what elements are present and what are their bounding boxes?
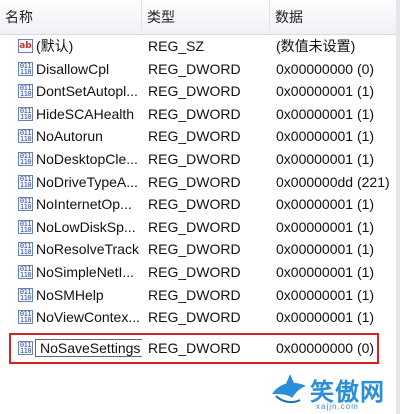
- value-name: NoResolveTrack: [36, 241, 139, 258]
- value-data: 0x00000001 (1): [276, 263, 375, 280]
- value-type: REG_DWORD: [148, 150, 241, 167]
- value-data: 0x00000001 (1): [276, 150, 375, 167]
- value-name: NoAutorun: [36, 128, 103, 145]
- value-type: REG_DWORD: [148, 196, 241, 213]
- list-item[interactable]: 011 110 NoDriveTypeA... REG_DWORD 0x0000…: [0, 171, 396, 194]
- list-item[interactable]: 011 110 NoInternetOp... REG_DWORD 0x0000…: [0, 193, 396, 216]
- value-data: 0x00000001 (1): [276, 196, 375, 213]
- list-item[interactable]: 011 110 NoViewContex... REG_DWORD 0x0000…: [0, 306, 396, 329]
- column-header: 名称 类型 数据: [0, 0, 396, 35]
- watermark-url: xajjn.com: [316, 402, 359, 411]
- registry-value-list: ab (默认) REG_SZ (数值未设置) 011 110 DisallowC…: [0, 35, 396, 329]
- value-name: NoLowDiskSp...: [36, 218, 136, 235]
- list-item[interactable]: 011 110 NoAutorun REG_DWORD 0x00000001 (…: [0, 125, 396, 148]
- value-data: 0x00000001 (1): [276, 83, 375, 100]
- value-type: REG_SZ: [148, 38, 205, 54]
- value-name: NoDesktopCle...: [36, 150, 138, 167]
- value-name: NoDriveTypeA...: [36, 173, 138, 190]
- list-item[interactable]: 011 110 NoDesktopCle... REG_DWORD 0x0000…: [0, 148, 396, 171]
- value-name: NoSMHelp: [36, 286, 104, 303]
- column-header-type[interactable]: 类型: [142, 0, 270, 34]
- value-type: REG_DWORD: [148, 309, 241, 326]
- value-name: DontSetAutopl...: [36, 83, 138, 100]
- value-name: NoInternetOp...: [36, 196, 132, 213]
- value-data: 0x00000001 (1): [276, 128, 375, 145]
- value-name: NoSimpleNetI...: [36, 263, 135, 280]
- list-item[interactable]: 011 110 NoSimpleNetI... REG_DWORD 0x0000…: [0, 261, 396, 284]
- vertical-scrollbar[interactable]: [396, 0, 400, 414]
- value-type: REG_DWORD: [148, 83, 241, 100]
- value-data: 0x00000001 (1): [276, 218, 375, 235]
- list-item[interactable]: 011 110 HideSCAHealth REG_DWORD 0x000000…: [0, 103, 396, 126]
- value-data: 0x00000000 (0): [276, 60, 375, 77]
- value-data: 0x00000001 (1): [276, 105, 375, 122]
- list-item[interactable]: 011 110 DisallowCpl REG_DWORD 0x00000000…: [0, 58, 396, 81]
- value-name: (默认): [36, 38, 74, 54]
- list-item[interactable]: 011 110 NoSMHelp REG_DWORD 0x00000001 (1…: [0, 284, 396, 307]
- value-data: 0x000000dd (221): [276, 173, 390, 190]
- value-name: DisallowCpl: [36, 60, 110, 77]
- value-type: REG_DWORD: [148, 263, 241, 280]
- value-data: (数值未设置): [276, 38, 356, 54]
- list-item[interactable]: 011 110 NoLowDiskSp... REG_DWORD 0x00000…: [0, 216, 396, 239]
- watermark: 笑傲网 xajjn.com: [270, 370, 396, 414]
- value-data: 0x00000001 (1): [276, 309, 375, 326]
- value-type: REG_DWORD: [148, 105, 241, 122]
- highlight-box: [9, 333, 379, 364]
- value-type: REG_DWORD: [148, 128, 241, 145]
- shark-logo-icon: [272, 374, 306, 404]
- value-name: NoViewContex...: [36, 309, 141, 326]
- value-type: REG_DWORD: [148, 60, 241, 77]
- value-type: REG_DWORD: [148, 173, 241, 190]
- column-header-name[interactable]: 名称: [0, 0, 142, 34]
- value-data: 0x00000001 (1): [276, 286, 375, 303]
- value-data: 0x00000001 (1): [276, 241, 375, 258]
- list-item[interactable]: 011 110 DontSetAutopl... REG_DWORD 0x000…: [0, 80, 396, 103]
- value-name: HideSCAHealth: [36, 105, 135, 122]
- value-type: REG_DWORD: [148, 218, 241, 235]
- column-header-data[interactable]: 数据: [270, 0, 396, 34]
- list-item[interactable]: 011 110 NoResolveTrack REG_DWORD 0x00000…: [0, 238, 396, 261]
- value-type: REG_DWORD: [148, 286, 241, 303]
- list-item[interactable]: ab (默认) REG_SZ (数值未设置): [0, 35, 396, 58]
- value-type: REG_DWORD: [148, 241, 241, 258]
